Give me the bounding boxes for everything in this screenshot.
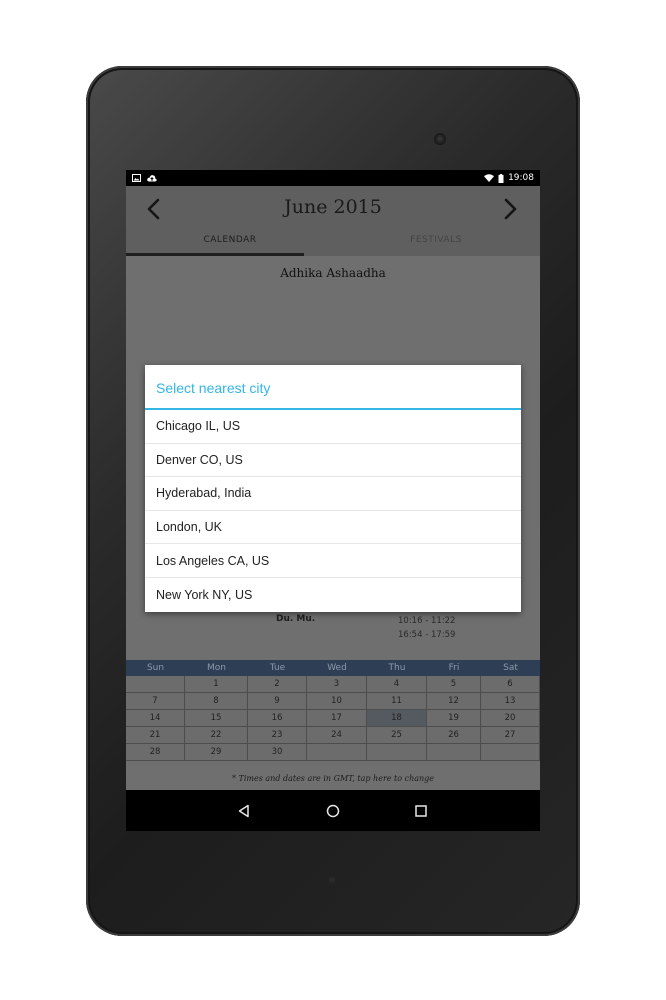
muhurta-label: Du. Mu. bbox=[276, 614, 316, 624]
system-nav-bar bbox=[126, 790, 540, 831]
calendar-day[interactable]: 8 bbox=[185, 693, 248, 710]
calendar-day[interactable]: 30 bbox=[248, 744, 307, 761]
cloud-upload-icon bbox=[147, 175, 157, 182]
lunar-month-label: Adhika Ashaadha bbox=[280, 266, 386, 280]
calendar-day[interactable]: 10 bbox=[307, 693, 367, 710]
weekday-label: Sat bbox=[503, 663, 518, 673]
calendar-day[interactable]: 28 bbox=[126, 744, 185, 761]
muhurta-times: 10:16 - 11:22 16:54 - 17:59 bbox=[398, 614, 455, 642]
next-month-button[interactable] bbox=[496, 192, 526, 226]
calendar-day[interactable]: 9 bbox=[248, 693, 307, 710]
home-icon bbox=[326, 804, 340, 817]
image-notification-icon bbox=[132, 174, 141, 182]
calendar-empty-cell bbox=[427, 744, 481, 761]
weekday-label: Fri bbox=[448, 663, 460, 673]
city-list: Chicago IL, US Denver CO, US Hyderabad, … bbox=[145, 410, 521, 612]
back-button[interactable] bbox=[224, 790, 264, 831]
calendar-day[interactable]: 19 bbox=[427, 710, 481, 727]
calendar-day[interactable]: 3 bbox=[307, 676, 367, 693]
weekday-header: Sun Mon Tue Wed Thu Fri Sat bbox=[126, 660, 540, 676]
city-option-new-york[interactable]: New York NY, US bbox=[145, 578, 521, 612]
active-tab-indicator bbox=[126, 253, 304, 256]
calendar-empty-cell bbox=[307, 744, 367, 761]
calendar-day[interactable]: 17 bbox=[307, 710, 367, 727]
month-calendar: Sun Mon Tue Wed Thu Fri Sat 1 2 3 4 5 6 7 8 9 10 1… bbox=[126, 660, 540, 761]
weekday-label: Mon bbox=[207, 663, 226, 673]
calendar-day[interactable]: 14 bbox=[126, 710, 185, 727]
month-title: June 2015 bbox=[284, 196, 382, 218]
city-option-hyderabad[interactable]: Hyderabad, India bbox=[145, 477, 521, 511]
calendar-day[interactable]: 6 bbox=[481, 676, 540, 693]
status-time: 19:08 bbox=[508, 173, 534, 183]
calendar-day[interactable]: 18 bbox=[367, 710, 427, 727]
weekday-label: Thu bbox=[388, 663, 406, 673]
weekday-label: Tue bbox=[269, 663, 286, 673]
calendar-empty-cell bbox=[367, 744, 427, 761]
city-option-denver[interactable]: Denver CO, US bbox=[145, 444, 521, 478]
calendar-day[interactable]: 26 bbox=[427, 727, 481, 744]
calendar-day[interactable]: 21 bbox=[126, 727, 185, 744]
calendar-empty-cell bbox=[126, 676, 185, 693]
muhurta-time: 10:16 - 11:22 bbox=[398, 616, 456, 626]
city-option-los-angeles[interactable]: Los Angeles CA, US bbox=[145, 544, 521, 578]
calendar-day[interactable]: 25 bbox=[367, 727, 427, 744]
tab-calendar[interactable]: CALENDAR bbox=[140, 235, 320, 245]
tab-festivals[interactable]: FESTIVALS bbox=[346, 235, 526, 245]
calendar-day[interactable]: 29 bbox=[185, 744, 248, 761]
wifi-icon bbox=[484, 174, 495, 182]
calendar-day[interactable]: 20 bbox=[481, 710, 540, 727]
front-camera bbox=[434, 133, 446, 145]
calendar-day[interactable]: 23 bbox=[248, 727, 307, 744]
back-icon bbox=[238, 804, 249, 817]
timezone-note[interactable]: * Times and dates are in GMT, tap here t… bbox=[126, 774, 540, 783]
status-bar: 19:08 bbox=[126, 170, 540, 186]
calendar-day[interactable]: 12 bbox=[427, 693, 481, 710]
city-option-london[interactable]: London, UK bbox=[145, 511, 521, 545]
calendar-day[interactable]: 24 bbox=[307, 727, 367, 744]
calendar-grid: 1 2 3 4 5 6 7 8 9 10 11 12 13 14 15 16 17 18 19 20 21 22 23 24 2… bbox=[126, 676, 540, 761]
calendar-day[interactable]: 15 bbox=[185, 710, 248, 727]
app-header: June 2015 CALENDAR FESTIVALS bbox=[126, 186, 540, 256]
city-picker-dialog: Select nearest city Chicago IL, US Denve… bbox=[145, 365, 521, 612]
battery-icon bbox=[498, 173, 504, 183]
calendar-day[interactable]: 4 bbox=[367, 676, 427, 693]
calendar-day[interactable]: 11 bbox=[367, 693, 427, 710]
calendar-day[interactable]: 22 bbox=[185, 727, 248, 744]
weekday-label: Wed bbox=[327, 663, 347, 673]
calendar-day[interactable]: 7 bbox=[126, 693, 185, 710]
calendar-day[interactable]: 2 bbox=[248, 676, 307, 693]
calendar-day[interactable]: 13 bbox=[481, 693, 540, 710]
calendar-day[interactable]: 27 bbox=[481, 727, 540, 744]
recents-icon bbox=[415, 804, 427, 817]
recents-button[interactable] bbox=[401, 790, 441, 831]
calendar-day[interactable]: 16 bbox=[248, 710, 307, 727]
calendar-empty-cell bbox=[481, 744, 540, 761]
weekday-label: Sun bbox=[146, 663, 165, 673]
calendar-day[interactable]: 5 bbox=[427, 676, 481, 693]
city-option-chicago[interactable]: Chicago IL, US bbox=[145, 410, 521, 444]
calendar-day[interactable]: 1 bbox=[185, 676, 248, 693]
dialog-title: Select nearest city bbox=[156, 380, 271, 396]
home-button[interactable] bbox=[313, 790, 353, 831]
muhurta-time: 16:54 - 17:59 bbox=[398, 630, 456, 640]
tablet-sensor bbox=[329, 877, 335, 883]
chevron-right-icon bbox=[504, 198, 517, 220]
